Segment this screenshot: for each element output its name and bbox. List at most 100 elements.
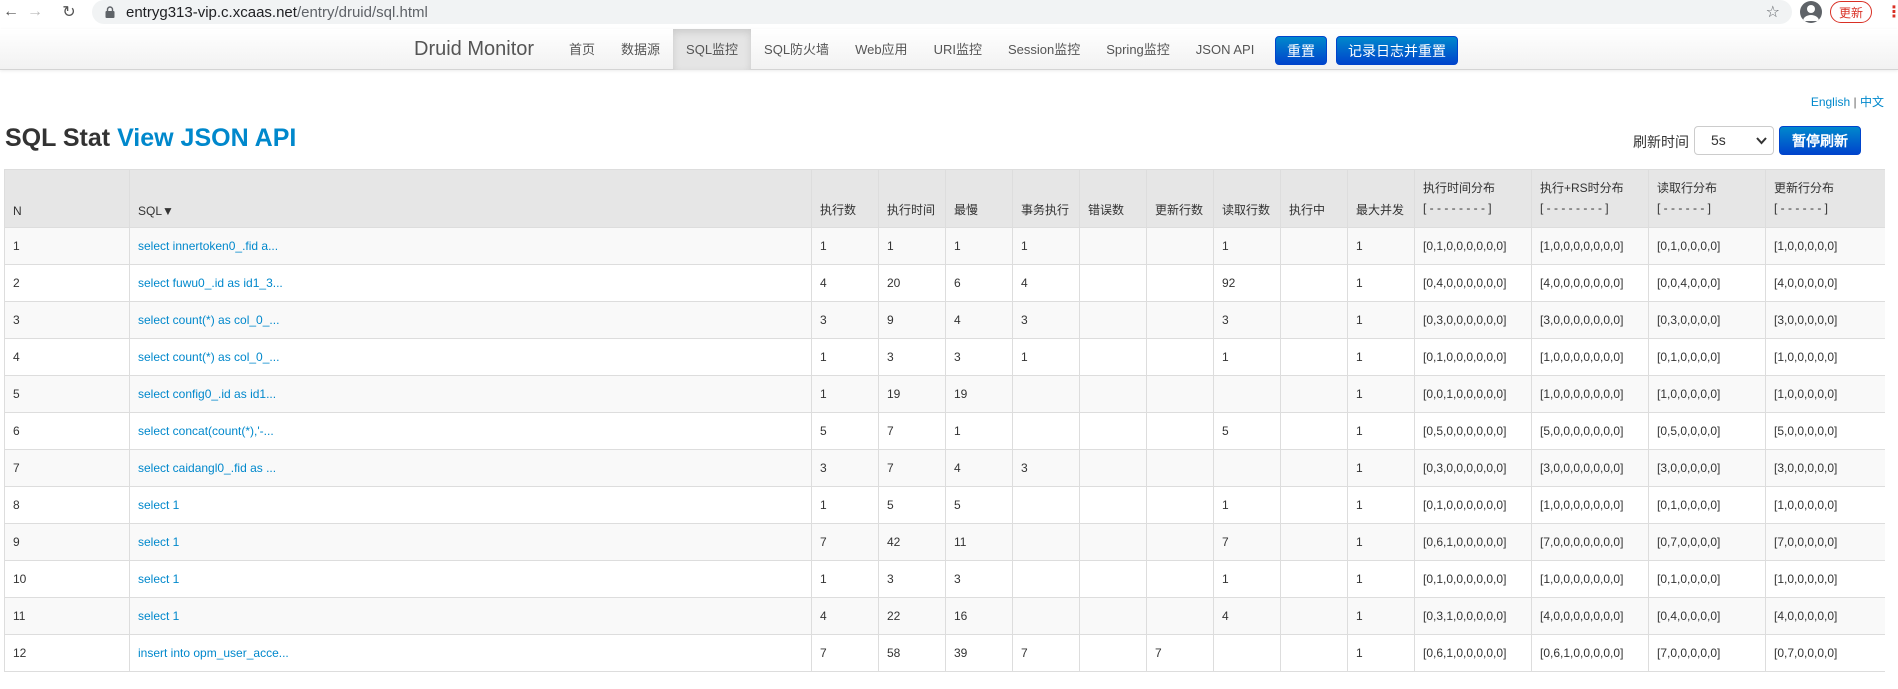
forward-icon[interactable]: → <box>24 1 46 23</box>
cell-fetch-hist: [3,0,0,0,0,0] <box>1648 449 1766 487</box>
cell-exec-time: 20 <box>878 264 946 302</box>
col-header-exec-hist: 执行时间分布 [ - - - - - - - - ] <box>1414 169 1532 228</box>
exec-hist-title: 执行时间分布 <box>1423 181 1496 195</box>
col-header-exec-count[interactable]: 执行数 <box>811 169 879 228</box>
cell-sql-link[interactable]: select 1 <box>129 597 812 635</box>
col-header-exec-rs-hist: 执行+RS时分布 [ - - - - - - - - ] <box>1531 169 1649 228</box>
cell-fetch-hist: [0,5,0,0,0,0] <box>1648 412 1766 450</box>
cell-exec-time: 1 <box>878 227 946 265</box>
cell-slowest: 16 <box>945 597 1013 635</box>
cell-errors <box>1079 523 1147 561</box>
pause-refresh-button[interactable]: 暂停刷新 <box>1779 126 1861 155</box>
cell-sql-link[interactable]: select 1 <box>129 523 812 561</box>
cell-max-concurrent: 1 <box>1347 375 1415 413</box>
col-header-error-count[interactable]: 错误数 <box>1079 169 1147 228</box>
table-row: 6 select concat(count(*),'-... 5 7 1 5 1… <box>4 412 1885 450</box>
cell-fetch-hist: [0,1,0,0,0,0] <box>1648 486 1766 524</box>
cell-exec-hist: [0,5,0,0,0,0,0,0] <box>1414 412 1532 450</box>
table-body: 1 select innertoken0_.fid a... 1 1 1 1 1… <box>4 227 1885 672</box>
cell-max-concurrent: 1 <box>1347 264 1415 302</box>
col-header-running[interactable]: 执行中 <box>1280 169 1348 228</box>
col-header-fetch-rows[interactable]: 读取行数 <box>1213 169 1281 228</box>
cell-sql-link[interactable]: select caidangl0_.fid as ... <box>129 449 812 487</box>
cell-rs-hist: [5,0,0,0,0,0,0,0] <box>1531 412 1649 450</box>
col-header-n[interactable]: N <box>4 169 130 228</box>
cell-update-hist: [4,0,0,0,0,0] <box>1765 264 1885 302</box>
cell-update-hist: [4,0,0,0,0,0] <box>1765 597 1885 635</box>
cell-errors <box>1079 486 1147 524</box>
cell-txn <box>1012 412 1080 450</box>
cell-fetch-hist: [0,1,0,0,0,0] <box>1648 560 1766 598</box>
cell-max-concurrent: 1 <box>1347 301 1415 339</box>
col-header-update-rows[interactable]: 更新行数 <box>1146 169 1214 228</box>
cell-sql-link[interactable]: select config0_.id as id1... <box>129 375 812 413</box>
refresh-interval-select[interactable]: 5s <box>1694 126 1774 155</box>
cell-running <box>1280 634 1348 672</box>
cell-update-hist: [7,0,0,0,0,0] <box>1765 523 1885 561</box>
nav-item-home[interactable]: 首页 <box>556 29 608 70</box>
browser-update-button[interactable]: 更新 <box>1830 1 1873 23</box>
cell-fetch: 5 <box>1213 412 1281 450</box>
cell-fetch <box>1213 449 1281 487</box>
cell-errors <box>1079 449 1147 487</box>
sql-stat-table-wrapper: N SQL▼ 执行数 执行时间 最慢 事务执行 错误数 更新行数 读取行数 执行… <box>4 169 1885 672</box>
address-bar[interactable]: entryg313-vip.c.xcaas.net/entry/druid/sq… <box>92 0 1792 24</box>
cell-exec-time: 58 <box>878 634 946 672</box>
cell-sql-link[interactable]: insert into opm_user_acce... <box>129 634 812 672</box>
url-text: entryg313-vip.c.xcaas.net/entry/druid/sq… <box>126 3 428 21</box>
log-and-reset-button[interactable]: 记录日志并重置 <box>1336 36 1458 65</box>
cell-exec-time: 7 <box>878 412 946 450</box>
cell-exec-count: 1 <box>811 560 879 598</box>
cell-max-concurrent: 1 <box>1347 560 1415 598</box>
cell-fetch <box>1213 375 1281 413</box>
col-header-sql[interactable]: SQL▼ <box>129 169 812 228</box>
nav-item-uri-monitor[interactable]: URI监控 <box>921 29 995 70</box>
col-header-txn-exec[interactable]: 事务执行 <box>1012 169 1080 228</box>
cell-slowest: 3 <box>945 338 1013 376</box>
cell-running <box>1280 449 1348 487</box>
nav-item-sql-firewall[interactable]: SQL防火墙 <box>751 29 842 70</box>
lang-chinese-link[interactable]: 中文 <box>1860 95 1884 109</box>
cell-sql-link[interactable]: select 1 <box>129 560 812 598</box>
cell-slowest: 6 <box>945 264 1013 302</box>
cell-txn: 1 <box>1012 227 1080 265</box>
cell-fetch <box>1213 634 1281 672</box>
cell-fetch-hist: [0,7,0,0,0,0] <box>1648 523 1766 561</box>
back-icon[interactable]: ← <box>0 1 22 23</box>
table-row: 8 select 1 1 5 5 1 1 [0,1,0,0,0,0,0,0] [… <box>4 486 1885 524</box>
lang-separator: | <box>1853 95 1857 109</box>
cell-sql-link[interactable]: select count(*) as col_0_... <box>129 338 812 376</box>
reset-button[interactable]: 重置 <box>1275 36 1327 65</box>
cell-exec-count: 1 <box>811 227 879 265</box>
nav-item-datasource[interactable]: 数据源 <box>608 29 673 70</box>
cell-sql-link[interactable]: select 1 <box>129 486 812 524</box>
cell-fetch-hist: [7,0,0,0,0,0] <box>1648 634 1766 672</box>
cell-sql-link[interactable]: select fuwu0_.id as id1_3... <box>129 264 812 302</box>
cell-n: 9 <box>4 523 130 561</box>
nav-item-sql-monitor[interactable]: SQL监控 <box>673 29 752 70</box>
cell-n: 6 <box>4 412 130 450</box>
col-header-max-concurrent[interactable]: 最大并发 <box>1347 169 1415 228</box>
col-header-slowest[interactable]: 最慢 <box>945 169 1013 228</box>
cell-sql-link[interactable]: select concat(count(*),'-... <box>129 412 812 450</box>
nav-item-web-app[interactable]: Web应用 <box>842 29 921 70</box>
bookmark-star-icon[interactable]: ☆ <box>1766 2 1780 22</box>
view-json-api-link[interactable]: View JSON API <box>117 124 296 152</box>
cell-sql-link[interactable]: select innertoken0_.fid a... <box>129 227 812 265</box>
cell-update-hist: [0,7,0,0,0,0] <box>1765 634 1885 672</box>
nav-item-session-monitor[interactable]: Session监控 <box>995 29 1093 70</box>
nav-item-json-api[interactable]: JSON API <box>1183 29 1268 70</box>
profile-avatar-icon[interactable] <box>1800 1 1822 23</box>
nav-item-spring-monitor[interactable]: Spring监控 <box>1093 29 1183 70</box>
lang-english-link[interactable]: English <box>1811 95 1850 109</box>
cell-updates <box>1146 264 1214 302</box>
col-header-exec-time[interactable]: 执行时间 <box>878 169 946 228</box>
reload-icon[interactable]: ↻ <box>58 1 80 23</box>
cell-running <box>1280 560 1348 598</box>
cell-sql-link[interactable]: select count(*) as col_0_... <box>129 301 812 339</box>
table-row: 3 select count(*) as col_0_... 3 9 4 3 3… <box>4 301 1885 339</box>
cell-exec-time: 5 <box>878 486 946 524</box>
cell-updates <box>1146 560 1214 598</box>
more-menu-icon[interactable]: ⋮ <box>1886 2 1898 22</box>
brand-title[interactable]: Druid Monitor <box>414 29 534 70</box>
